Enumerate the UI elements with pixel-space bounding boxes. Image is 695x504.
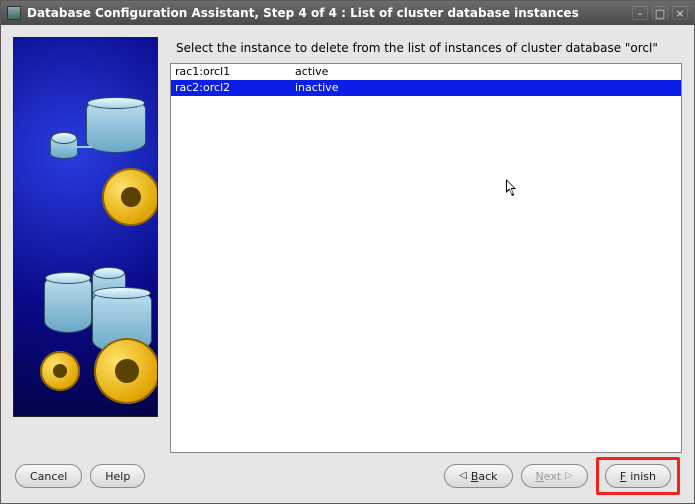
finish-label-rest: inish — [630, 470, 656, 483]
list-item[interactable]: rac1:orcl1 active — [171, 64, 681, 80]
titlebar: Database Configuration Assistant, Step 4… — [1, 1, 694, 25]
gear-icon — [40, 351, 80, 391]
content-area: Select the instance to delete from the l… — [1, 25, 694, 459]
chevron-right-icon: ▷ — [565, 471, 573, 481]
database-icon — [86, 98, 146, 153]
instance-name: rac1:orcl1 — [171, 64, 291, 80]
close-button[interactable]: × — [672, 6, 688, 20]
next-button: Next ▷ — [521, 464, 588, 488]
back-label-rest: ack — [478, 470, 497, 483]
instance-list[interactable]: rac1:orcl1 active rac2:orcl2 inactive — [170, 63, 682, 453]
sidebar-illustration — [13, 37, 158, 417]
next-mnemonic: N — [536, 470, 544, 483]
cancel-button[interactable]: Cancel — [15, 464, 82, 488]
help-button[interactable]: Help — [90, 464, 145, 488]
minimize-button[interactable]: – — [632, 6, 648, 20]
finish-button[interactable]: Finish — [605, 464, 671, 488]
finish-highlight: Finish — [596, 457, 680, 495]
connector-line — [70, 146, 92, 148]
instruction-text: Select the instance to delete from the l… — [170, 37, 682, 63]
instance-name: rac2:orcl2 — [171, 80, 291, 96]
database-icon — [44, 273, 92, 333]
instance-status: inactive — [291, 80, 681, 96]
app-icon — [7, 6, 21, 20]
button-bar: Cancel Help ◁ Back Next ▷ Finish — [1, 459, 694, 503]
window-title: Database Configuration Assistant, Step 4… — [27, 6, 628, 20]
list-item[interactable]: rac2:orcl2 inactive — [171, 80, 681, 96]
maximize-button[interactable]: □ — [652, 6, 668, 20]
window-root: Database Configuration Assistant, Step 4… — [0, 0, 695, 504]
gear-icon — [94, 338, 158, 404]
back-button[interactable]: ◁ Back — [444, 464, 512, 488]
instance-status: active — [291, 64, 681, 80]
finish-mnemonic: F — [620, 470, 626, 483]
gear-icon — [102, 168, 158, 226]
chevron-left-icon: ◁ — [459, 471, 467, 481]
next-label-rest: ext — [544, 470, 561, 483]
main-panel: Select the instance to delete from the l… — [170, 37, 682, 453]
